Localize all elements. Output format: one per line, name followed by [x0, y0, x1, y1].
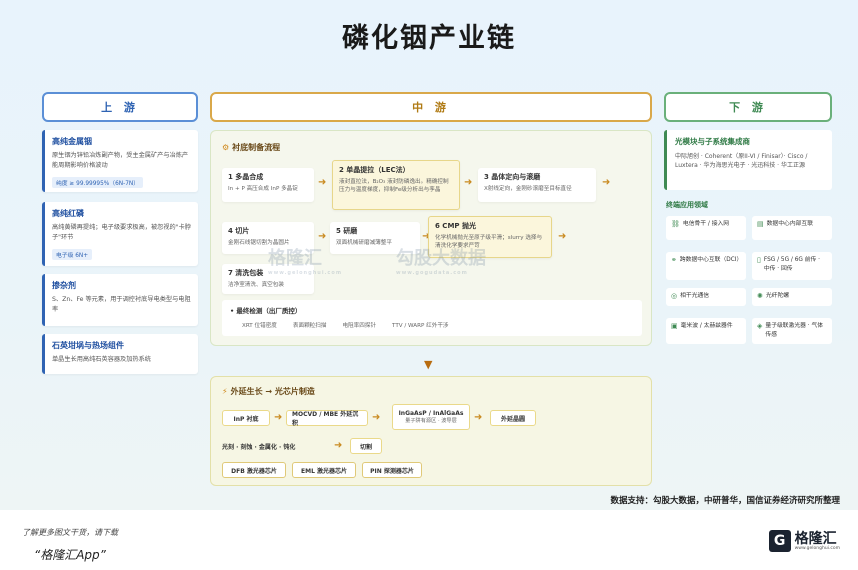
arrow-right-icon: ➜ [558, 231, 567, 242]
step-desc: 金刚石线锯切割为晶圆片 [228, 240, 290, 246]
upstream-card-title: 石英坩埚与热场组件 [52, 341, 124, 350]
stage-midstream: 中 游 [210, 92, 652, 122]
inspection-title: • 最终检测（出厂质控） [230, 307, 302, 315]
substrate-step-7: 7 清洗包装 洁净室清洗、真空包装 [222, 264, 314, 294]
page-title: 磷化铟产业链 [342, 23, 516, 54]
inspection-box: • 最终检测（出厂质控） XRT 位错密度 表面颗粒扫描 电阻率四探针 TTV … [222, 300, 642, 336]
brand-logo[interactable]: G 格隆汇 www.gelonghui.com [768, 530, 840, 552]
inspection-item: 表面颗粒扫描 [292, 323, 327, 329]
upstream-card-desc: 原生铟为锌铅冶炼副产物，受主金属矿产与冶炼产能周期影响价格波动 [52, 152, 189, 169]
upstream-card-desc: 高纯黄磷再提纯；电子级要求极高，被忽视的"卡脖子"环节 [52, 224, 191, 241]
lightning-icon: ⚡ [222, 387, 228, 396]
arrow-right-icon: ➜ [372, 412, 381, 423]
substrate-step-3: 3 晶体定向与滚磨 X射线定向，金刚砂滚磨至目标直径 [478, 168, 596, 202]
gear-icon: ⚙ [222, 143, 230, 152]
inspection-item: XRT 位错密度 [242, 323, 277, 329]
epi-flow-substrate: InP 衬底 [222, 410, 270, 426]
step-title: 3 晶体定向与滚磨 [484, 173, 541, 181]
step-title: 4 切片 [228, 227, 250, 235]
step-title: 1 多晶合成 [228, 173, 264, 181]
arrow-right-icon: ➜ [464, 177, 473, 188]
upstream-card-badge: 纯度 ≥ 99.99995%（6N-7N） [52, 177, 144, 189]
upstream-card-indium: 高纯金属铟 原生铟为锌铅冶炼副产物，受主金属矿产与冶炼产能周期影响价格波动 纯度… [42, 130, 198, 192]
app-qcl: ◈ 量子级联激光器 · 气体传感 [752, 318, 832, 344]
substrate-step-5: 5 研磨 双面机械研磨减薄整平 [330, 222, 420, 254]
step-title: 6 CMP 抛光 [435, 222, 476, 230]
app-coherent: ◎ 相干光通信 [666, 288, 746, 306]
app-dci: ⚭ 跨数据中心互联（DCI） [666, 252, 746, 280]
logo-brand: 格隆汇 [794, 530, 837, 547]
upstream-card-phosphorus: 高纯红磷 高纯黄磷再提纯；电子级要求极高，被忽视的"卡脖子"环节 电子级 6N+ [42, 202, 198, 266]
arrow-right-icon: ➜ [318, 177, 327, 188]
server-icon: ▤ [757, 220, 764, 228]
arrow-right-icon: ➜ [274, 412, 283, 423]
chip-pin: PIN 探测器芯片 [362, 462, 422, 478]
arrow-down-icon: ▼ [424, 358, 433, 371]
substrate-step-6: 6 CMP 抛光 化学机械抛光至原子级平滑；slurry 选择与清洗化学要求严苛 [428, 216, 552, 258]
step-desc: In + P 高压合成 InP 多晶锭 [228, 186, 298, 192]
upstream-card-desc: 单晶生长用高纯石英容器及加热系统 [52, 356, 151, 363]
footer-download-text: 了解更多图文干货，请下载 [22, 528, 118, 537]
data-source: 数据支持：勾股大数据，中研普华，国信证券经济研究所整理 [610, 496, 840, 506]
logo-mark-icon: G [768, 530, 791, 552]
laser-icon: ✺ [757, 292, 763, 300]
epi-process: 光刻 · 刻蚀 · 金属化 · 钝化 [222, 443, 296, 451]
app-gyro: ✺ 光纤陀螺 [752, 288, 832, 306]
step-title: 2 单晶提拉（LEC法） [339, 166, 410, 174]
app-mmwave: ▣ 毫米波 / 太赫兹器件 [666, 318, 746, 344]
mobile-icon: ▯ [757, 256, 761, 264]
arrow-right-icon: ➜ [334, 440, 343, 451]
step-title: 7 清洗包装 [228, 269, 264, 277]
step-desc: X射线定向，金刚砂滚磨至目标直径 [484, 186, 572, 192]
substrate-section-label: 衬底制备流程 [232, 143, 281, 152]
link-icon: ⚭ [671, 256, 677, 264]
upstream-card-title: 高纯金属铟 [52, 137, 92, 146]
stage-downstream: 下 游 [664, 92, 832, 122]
arrow-right-icon: ➜ [474, 412, 483, 423]
inspection-item: TTV / WARP 红外干涉 [392, 323, 449, 329]
epi-process-cut: 切割 [350, 438, 382, 454]
arrow-right-icon: ➜ [318, 231, 327, 242]
step-desc: 化学机械抛光至原子级平滑；slurry 选择与清洗化学要求严苛 [435, 235, 543, 250]
upstream-card-title: 掺杂剂 [52, 281, 76, 290]
app-fronthaul: ▯ FSG / 5G / 6G 前传 · 中传 · 回传 [752, 252, 832, 280]
epi-section-title: ⚡ 外延生长 → 光芯片制造 [222, 386, 315, 397]
step-desc: 双面机械研磨减薄整平 [336, 240, 392, 246]
downstream-integrators: 光模块与子系统集成商 中际旭创 · Coherent（原II-VI / Fini… [664, 130, 832, 190]
downstream-title: 光模块与子系统集成商 [675, 137, 750, 146]
substrate-step-2: 2 单晶提拉（LEC法） 液封直拉法，B₂O₃ 液封防磷逸出。精确控制压力与温度… [332, 160, 460, 210]
epi-flow-wafer: 外延晶圆 [490, 410, 536, 426]
logo-url: www.gelonghui.com [794, 545, 840, 551]
substrate-section-title: ⚙ 衬底制备流程 [222, 142, 280, 153]
epi-flow-deposition: MOCVD / MBE 外延沉积 [286, 410, 368, 427]
app-telecom: ⛓ 电信骨干 / 接入网 [666, 216, 746, 240]
arrow-right-icon: ➜ [602, 177, 611, 188]
upstream-card-badge: 电子级 6N+ [52, 249, 93, 261]
stage-upstream: 上 游 [42, 92, 198, 122]
inspection-item: 电阻率四探针 [342, 323, 377, 329]
substrate-step-1: 1 多晶合成 In + P 高压合成 InP 多晶锭 [222, 168, 314, 202]
substrate-step-4: 4 切片 金刚石线锯切割为晶圆片 [222, 222, 314, 254]
footer-app-name[interactable]: “格隆汇App” [34, 546, 106, 563]
epi-flow-active-layer: InGaAsP / InAlGaAs 量子阱有源区 · 波导层 [392, 404, 470, 430]
wave-icon: ▣ [671, 322, 678, 330]
epi-section-label: 外延生长 → 光芯片制造 [230, 387, 315, 396]
upstream-card-dopant: 掺杂剂 S、Zn、Fe 等元素，用于调控衬底导电类型与电阻率 [42, 274, 198, 326]
upstream-card-crucible: 石英坩埚与热场组件 单晶生长用高纯石英容器及加热系统 [42, 334, 198, 374]
downstream-apps-title: 终端应用领域 [666, 201, 708, 209]
downstream-desc: 中际旭创 · Coherent（原II-VI / Finisar）· Cisco… [675, 153, 808, 170]
step-title: 5 研磨 [336, 227, 358, 235]
chip-dfb: DFB 激光器芯片 [222, 462, 286, 478]
chip-eml: EML 激光器芯片 [292, 462, 356, 478]
satellite-icon: ◎ [671, 292, 678, 300]
step-desc: 洁净室清洗、真空包装 [228, 282, 284, 288]
quantum-icon: ◈ [757, 322, 763, 330]
app-datacenter: ▤ 数据中心内部互联 [752, 216, 832, 240]
network-icon: ⛓ [671, 220, 680, 228]
upstream-card-title: 高纯红磷 [52, 209, 84, 218]
upstream-card-desc: S、Zn、Fe 等元素，用于调控衬底导电类型与电阻率 [52, 296, 191, 313]
step-desc: 液封直拉法，B₂O₃ 液封防磷逸出。精确控制压力与温度梯度，抑制Fe级分析出与孪… [339, 179, 449, 194]
